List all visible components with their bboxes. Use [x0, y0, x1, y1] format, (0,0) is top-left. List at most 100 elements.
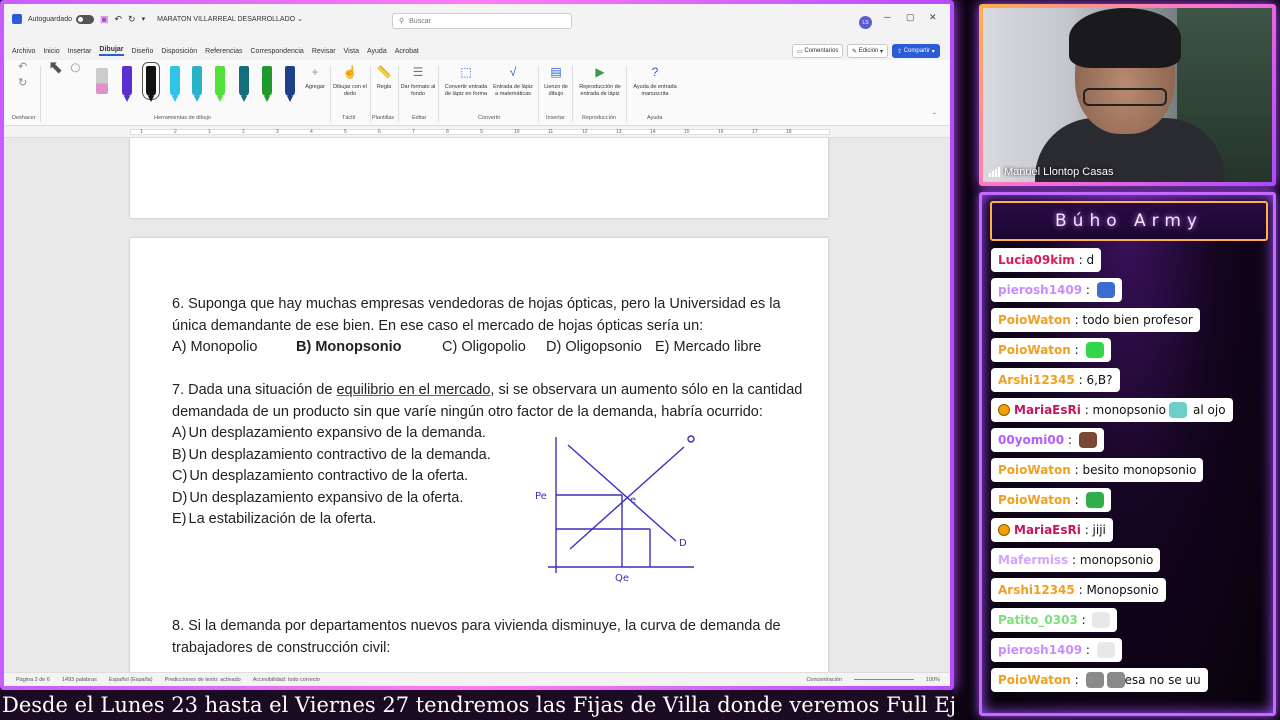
status-language[interactable]: Español (España) [109, 677, 153, 683]
tab-archivo[interactable]: Archivo [12, 48, 35, 55]
tab-disposición[interactable]: Disposición [161, 48, 197, 55]
ink-help-button[interactable]: ? Ayuda de entrada manuscrita [630, 64, 680, 98]
undo-icon[interactable]: ↶ [115, 14, 123, 25]
question-8-line-2: trabajadores de construcción civil: [172, 639, 391, 656]
tab-referencias[interactable]: Referencias [205, 48, 242, 55]
ruler-number: 8 [446, 129, 449, 135]
chat-username[interactable]: PoioWaton [998, 343, 1071, 357]
group-insert: Insertar [546, 115, 565, 121]
pen-navy-icon[interactable] [285, 66, 295, 96]
redo-ribbon-icon[interactable]: ↻ [18, 78, 27, 89]
chat-username[interactable]: MariaEsRi [1014, 403, 1081, 417]
ink-replay-label: Reproducción de entrada de lápiz [579, 84, 621, 97]
chat-username[interactable]: Lucia09kim [998, 253, 1075, 267]
select-cursor-icon[interactable]: ⬉ [48, 58, 63, 76]
editing-mode-button[interactable]: ✎ Edición ▾ [847, 44, 889, 58]
tab-diseño[interactable]: Diseño [132, 48, 154, 55]
close-icon[interactable]: ✕ [929, 12, 937, 23]
autosave-toggle[interactable] [75, 14, 94, 24]
zoom-slider[interactable] [853, 679, 914, 680]
question-8-line-1: 8. Si la demanda por departamentos nuevo… [172, 618, 781, 634]
search-box[interactable]: ⚲ Buscar [392, 13, 572, 29]
minimize-icon[interactable]: ─ [884, 12, 890, 22]
tab-revisar[interactable]: Revisar [312, 48, 336, 55]
pen-black-icon[interactable] [142, 62, 160, 100]
chat-message: PoioWaton : besito monopsonio [991, 458, 1204, 482]
chat-message: Arshi12345 : 6,B? [991, 368, 1120, 392]
format-background-button[interactable]: ☰ Dar formato al fondo [400, 64, 436, 98]
chat-username[interactable]: Arshi12345 [998, 373, 1075, 387]
document-canvas[interactable]: 6. Suponga que hay muchas empresas vende… [4, 138, 950, 672]
chat-text: al ojo [1193, 403, 1226, 417]
drawing-canvas-button[interactable]: ▤ Lienzo de dibujo [542, 64, 570, 98]
chat-username[interactable]: MariaEsRi [1014, 523, 1081, 537]
status-zoom[interactable]: 100% [926, 677, 940, 683]
pen-purple-icon[interactable] [122, 66, 132, 96]
status-words[interactable]: 1493 palabras [62, 677, 97, 683]
document-title[interactable]: MARATON VILLARREAL DESARROLLADO [157, 16, 295, 23]
current-page[interactable]: 6. Suponga que hay muchas empresas vende… [130, 238, 828, 672]
ink-to-shape-button[interactable]: ⬚ Convertir entrada de lápiz en forma [442, 64, 490, 98]
chat-text: besito monopsonio [1082, 463, 1197, 477]
share-label: Compartir [903, 48, 931, 54]
lasso-select-icon[interactable]: ◌ [70, 58, 81, 76]
pen-dark-teal-icon[interactable] [239, 66, 249, 96]
comments-button[interactable]: ▭ Comentarios [792, 44, 844, 58]
pen-teal-icon[interactable] [192, 66, 202, 96]
title-chevron-icon[interactable]: ⌄ [297, 15, 303, 23]
tab-dibujar[interactable]: Dibujar [99, 46, 124, 56]
q7-option-text: La estabilización de la oferta. [188, 511, 377, 527]
draw-finger-button[interactable]: ☝ Dibujar con el dedo [332, 64, 368, 98]
chat-username[interactable]: 00yomi00 [998, 433, 1064, 447]
share-button[interactable]: ⇪ Compartir ▾ [892, 44, 940, 58]
chat-username[interactable]: pierosh1409 [998, 643, 1082, 657]
redo-icon[interactable]: ↻ [128, 14, 136, 25]
chat-username[interactable]: Mafermiss [998, 553, 1068, 567]
chat-username[interactable]: pierosh1409 [998, 283, 1082, 297]
status-accessibility[interactable]: Accesibilidad: todo correcto [253, 677, 320, 683]
chat-message: PoioWaton : [991, 338, 1111, 362]
q7-option-text: Un desplazamiento contractivo de la ofer… [189, 468, 469, 484]
tab-correspondencia[interactable]: Correspondencia [251, 48, 304, 55]
chat-username[interactable]: Arshi12345 [998, 583, 1075, 597]
status-predictions[interactable]: Predicciones de texto: activado [165, 677, 241, 683]
pencil-icon: ✎ [852, 48, 858, 55]
maximize-icon[interactable]: ▢ [906, 12, 915, 23]
highlighter-green-icon[interactable] [215, 66, 225, 96]
save-icon[interactable]: ▣ [100, 14, 109, 25]
pen-green-icon[interactable] [262, 66, 272, 96]
chat-username[interactable]: PoioWaton [998, 313, 1071, 327]
pen-cyan-icon[interactable] [170, 66, 180, 96]
ruler-number: 3 [276, 129, 279, 135]
avatar[interactable]: LS [859, 16, 872, 29]
chat-message: Lucia09kim : d [991, 248, 1102, 272]
chat-username[interactable]: Patito_0303 [998, 613, 1078, 627]
chat-panel: Búho Army Lucia09kim : d pierosh1409 : Po… [979, 192, 1276, 716]
chat-username[interactable]: PoioWaton [998, 493, 1071, 507]
ink-to-math-button[interactable]: √ Entrada de lápiz a matemáticas [492, 64, 534, 98]
qat-more-icon[interactable]: ▾ [142, 15, 146, 23]
tab-inicio[interactable]: Inicio [43, 48, 59, 55]
ruler-button[interactable]: 📏 Regla [372, 64, 396, 91]
eraser-icon[interactable] [96, 68, 108, 94]
question-6-options: A) Monopolio B) Monopsonio C) Oligopolio… [172, 337, 781, 359]
chat-username[interactable]: PoioWaton [998, 673, 1071, 687]
status-page[interactable]: Página 2 de 6 [16, 677, 50, 683]
horizontal-ruler[interactable]: 1 2 1 2 3 4 5 6 7 8 9 10 11 12 13 14 15 16 17 18 [4, 126, 950, 138]
ribbon-collapse-icon[interactable]: ⌄ [932, 110, 937, 117]
ruler-number: 1 [208, 129, 211, 135]
question-7-line-2: demandada de un producto sin que varíe n… [172, 403, 763, 420]
add-pen-label: Agregar [305, 84, 325, 90]
chat-username[interactable]: PoioWaton [998, 463, 1071, 477]
add-pen-button[interactable]: + Agregar [302, 64, 328, 91]
tab-acrobat[interactable]: Acrobat [395, 48, 419, 55]
tab-ayuda[interactable]: Ayuda [367, 48, 387, 55]
chat-separator: : [1082, 643, 1094, 657]
chat-separator: : [1074, 373, 1087, 387]
status-focus[interactable]: Concentración [806, 677, 841, 683]
tab-insertar[interactable]: Insertar [68, 48, 92, 55]
ink-replay-button[interactable]: ▶ Reproducción de entrada de lápiz [576, 64, 624, 98]
ink-help-label: Ayuda de entrada manuscrita [633, 84, 677, 97]
tab-vista[interactable]: Vista [344, 48, 359, 55]
undo-ribbon-icon[interactable]: ↶ [18, 62, 27, 73]
